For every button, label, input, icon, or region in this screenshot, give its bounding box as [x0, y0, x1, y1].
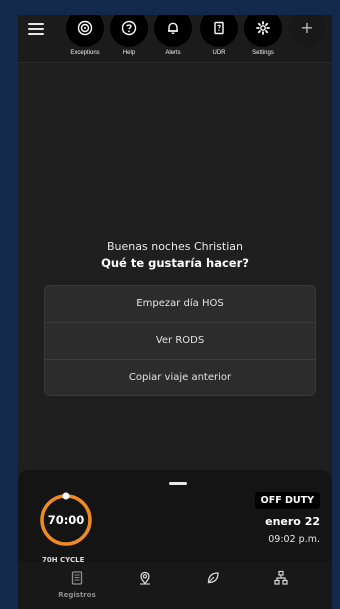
- toolbar-alerts-label: Alerts: [165, 50, 181, 56]
- status-panel[interactable]: 70:00 70H CYCLE OFF DUTY enero 22 09:02 …: [18, 470, 332, 577]
- greeting-block: Buenas noches Christian Qué te gustaría …: [18, 240, 332, 270]
- nav-registros[interactable]: Registros: [52, 570, 102, 599]
- target-icon: [77, 20, 93, 36]
- toolbar-add-button[interactable]: +: [288, 15, 326, 61]
- document-icon: [214, 21, 224, 35]
- toolbar-help-button[interactable]: Help: [110, 15, 148, 61]
- nav-registros-label: Registros: [58, 591, 96, 599]
- greeting-question: Qué te gustaría hacer?: [101, 256, 249, 270]
- bottom-navigation: Registros: [18, 562, 332, 609]
- action-options: Empezar día HOS Ver RODS Copiar viaje an…: [44, 285, 316, 396]
- network-icon: [274, 570, 288, 585]
- toolbar-alerts-button[interactable]: Alerts: [154, 15, 192, 61]
- toolbar-settings-button[interactable]: Settings: [244, 15, 282, 61]
- duty-status-badge[interactable]: OFF DUTY: [254, 492, 320, 509]
- plus-icon: +: [300, 18, 314, 37]
- toolbar-udr-label: UDR: [212, 50, 226, 56]
- logbook-icon: [71, 571, 83, 585]
- nav-eco[interactable]: [188, 570, 238, 590]
- menu-icon[interactable]: [28, 23, 44, 37]
- toolbar-exceptions-button[interactable]: Exceptions: [66, 15, 104, 61]
- status-time: 09:02 p.m.: [268, 534, 320, 545]
- top-toolbar: Exceptions Help Alerts UDR Settings +: [18, 15, 332, 63]
- map-pin-icon: [140, 571, 150, 585]
- toolbar-help-label: Help: [122, 50, 136, 56]
- nav-network[interactable]: [256, 570, 306, 590]
- bell-icon: [168, 22, 178, 34]
- nav-map[interactable]: [120, 570, 170, 590]
- drag-handle[interactable]: [169, 482, 187, 485]
- status-date: enero 22: [265, 515, 320, 528]
- cycle-time: 70:00: [47, 513, 85, 527]
- toolbar-udr-button[interactable]: UDR: [200, 15, 238, 61]
- greeting-text: Buenas noches Christian: [107, 240, 243, 253]
- view-rods-button[interactable]: Ver RODS: [45, 323, 315, 360]
- start-hos-day-button[interactable]: Empezar día HOS: [45, 286, 315, 323]
- toolbar-exceptions-label: Exceptions: [70, 50, 100, 56]
- gear-icon: [256, 21, 270, 35]
- app-screen: Exceptions Help Alerts UDR Settings + Bu…: [18, 15, 332, 609]
- copy-previous-trip-button[interactable]: Copiar viaje anterior: [45, 360, 315, 395]
- help-icon: [121, 20, 137, 36]
- toolbar-settings-label: Settings: [252, 50, 274, 56]
- leaf-icon: [207, 572, 219, 584]
